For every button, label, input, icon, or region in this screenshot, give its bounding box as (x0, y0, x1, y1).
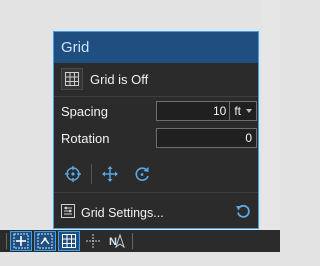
grid-tools (61, 162, 154, 186)
background-area (0, 252, 280, 266)
divider (54, 96, 258, 97)
rotate-icon[interactable] (130, 162, 154, 186)
status-separator (6, 233, 7, 249)
north-arrow-icon[interactable]: N (106, 231, 128, 251)
grid-icon[interactable] (58, 231, 80, 251)
status-separator (132, 233, 133, 249)
move-icon[interactable] (98, 162, 122, 186)
spacing-value[interactable]: 10 (213, 104, 229, 118)
grid-snap-icon[interactable] (34, 231, 56, 251)
rotation-label: Rotation (61, 130, 110, 146)
spacing-label: Spacing (61, 103, 108, 119)
tool-separator (91, 164, 92, 184)
background-area (262, 0, 280, 230)
grid-flyout-panel: Grid Grid is Off Spacing 10 ft Rotation … (53, 31, 259, 229)
crosshair-icon[interactable] (61, 162, 85, 186)
grid-state-label: Grid is Off (90, 71, 149, 87)
grid-icon[interactable] (61, 68, 83, 90)
chevron-down-icon (246, 109, 252, 113)
snap-icon[interactable] (10, 231, 32, 251)
unit-dropdown[interactable]: ft (229, 102, 256, 120)
rotation-value[interactable]: 0 (245, 131, 256, 145)
divider (54, 192, 258, 193)
reset-icon[interactable] (235, 203, 251, 224)
grid-settings-link[interactable]: Grid Settings... (81, 206, 235, 220)
panel-title: Grid (54, 32, 258, 63)
crosshair-icon[interactable] (82, 231, 104, 251)
settings-icon[interactable] (61, 203, 75, 223)
rotation-field[interactable]: 0 (156, 128, 257, 148)
grid-state-toggle[interactable]: Grid is Off (61, 68, 148, 90)
status-bar: N (0, 230, 280, 252)
unit-label: ft (234, 104, 241, 118)
spacing-field[interactable]: 10 ft (156, 101, 257, 121)
grid-settings-row: Grid Settings... (61, 202, 251, 224)
